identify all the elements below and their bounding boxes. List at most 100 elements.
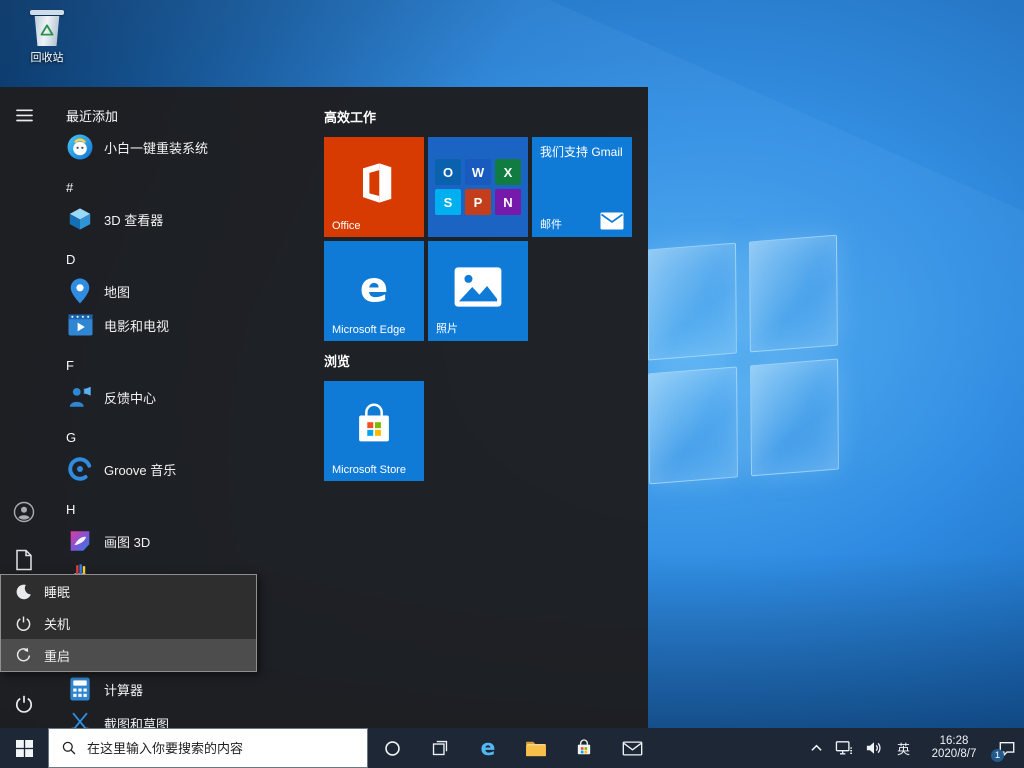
- app-list-item[interactable]: 地图: [48, 274, 324, 308]
- chevron-up-icon: [810, 743, 823, 753]
- hamburger-icon: [16, 109, 33, 122]
- tile-edge[interactable]: eMicrosoft Edge: [324, 241, 424, 341]
- tile-group: 浏览 Microsoft Store: [324, 352, 636, 481]
- powerpoint-mini-icon: P: [465, 189, 491, 215]
- volume-button[interactable]: [859, 728, 889, 768]
- svg-text:e: e: [481, 736, 496, 760]
- recycle-symbol-icon: [41, 24, 54, 36]
- power-icon: [14, 694, 34, 714]
- taskbar-file-explorer-button[interactable]: [512, 728, 560, 768]
- search-input[interactable]: [85, 740, 367, 757]
- calculator-icon: [66, 675, 94, 703]
- quick-launch-area: e: [368, 728, 656, 768]
- edge-taskbar-icon: e: [476, 736, 500, 760]
- clock[interactable]: 16:28 2020/8/7: [918, 728, 990, 768]
- office-apps-grid: O WX SPN: [428, 137, 528, 237]
- tile-grid: Microsoft Store: [324, 381, 636, 481]
- network-button[interactable]: [829, 728, 859, 768]
- tile-office-apps-folder[interactable]: O WX SPN: [428, 137, 528, 237]
- recycle-bin-body: [33, 16, 61, 46]
- mail-tile-icon: [600, 212, 624, 230]
- taskbar-edge-button[interactable]: e: [464, 728, 512, 768]
- app-list-item[interactable]: 截图和草图: [48, 706, 324, 728]
- power-menu-item-restart[interactable]: 重启: [1, 639, 256, 671]
- volume-icon: [865, 740, 883, 756]
- cortana-icon: [384, 740, 401, 757]
- tile-label: 邮件: [540, 216, 562, 232]
- app-label: 计算器: [104, 680, 143, 699]
- app-list-item[interactable]: 电影和电视: [48, 308, 324, 342]
- wallpaper-pane: [648, 367, 737, 485]
- app-list-item[interactable]: Groove 音乐: [48, 452, 324, 486]
- system-tray: 英 16:28 2020/8/7 1: [804, 728, 1024, 768]
- rail-menu-button[interactable]: [0, 95, 48, 135]
- power-menu-item-shutdown[interactable]: 关机: [1, 607, 256, 639]
- tile-mail[interactable]: 我们支持 Gmail邮件: [532, 137, 632, 237]
- app-list-section-header[interactable]: G: [48, 422, 324, 452]
- taskbar-search[interactable]: [48, 728, 368, 768]
- tile-office[interactable]: Office: [324, 137, 424, 237]
- section-label: H: [66, 502, 75, 517]
- app-list-section-header[interactable]: #: [48, 172, 324, 202]
- skype-mini-icon: S: [435, 189, 461, 215]
- rail-power-button[interactable]: [0, 684, 48, 724]
- rail-user-button[interactable]: [0, 492, 48, 532]
- shutdown-icon: [14, 614, 32, 632]
- app-list-item[interactable]: 画图 3D: [48, 524, 324, 558]
- app-list-item[interactable]: 小白一键重装系统: [48, 130, 324, 164]
- file-explorer-icon: [525, 739, 547, 757]
- tile-photos[interactable]: 照片: [428, 241, 528, 341]
- app-list-item[interactable]: 3D 查看器: [48, 202, 324, 236]
- windows-logo-wallpaper: [647, 235, 839, 485]
- tile-store[interactable]: Microsoft Store: [324, 381, 424, 481]
- taskbar-store-button[interactable]: [560, 728, 608, 768]
- mini-letter: P: [474, 195, 483, 210]
- tile-label: Office: [332, 220, 361, 232]
- app-list-section-header[interactable]: F: [48, 350, 324, 380]
- taskbar-cortana-button[interactable]: [368, 728, 416, 768]
- app-list-section-header[interactable]: 最近添加: [48, 100, 324, 130]
- action-center-button[interactable]: 1: [990, 728, 1024, 768]
- app-list-section-header[interactable]: D: [48, 244, 324, 274]
- tile-group-title[interactable]: 高效工作: [324, 108, 636, 128]
- taskbar-mail-button[interactable]: [608, 728, 656, 768]
- maps-icon: [66, 277, 94, 305]
- mini-letter: W: [472, 165, 484, 180]
- hidden-icons-button[interactable]: [804, 728, 829, 768]
- app-label: 画图 3D: [104, 532, 150, 551]
- excel-mini-icon: X: [495, 159, 521, 185]
- word-mini-icon: W: [465, 159, 491, 185]
- section-label: D: [66, 252, 75, 267]
- wallpaper-pane: [647, 243, 736, 361]
- windows-logo-icon: [16, 740, 33, 757]
- feedback-hub-icon: [66, 383, 94, 411]
- mail-taskbar-icon: [622, 740, 643, 757]
- user-icon: [13, 501, 35, 523]
- section-label: #: [66, 180, 73, 195]
- tile-group-title[interactable]: 浏览: [324, 352, 636, 372]
- start-button[interactable]: [0, 728, 48, 768]
- svg-text:e: e: [360, 263, 389, 311]
- outlook-mini-icon: O: [435, 159, 461, 185]
- taskbar-task-view-button[interactable]: [416, 728, 464, 768]
- app-list-item[interactable]: 计算器: [48, 672, 324, 706]
- ime-indicator[interactable]: 英: [889, 728, 918, 768]
- tile-label: 照片: [436, 320, 458, 336]
- onenote-mini-icon: N: [495, 189, 521, 215]
- wallpaper-pane: [748, 235, 837, 353]
- recycle-bin[interactable]: 回收站: [14, 10, 80, 65]
- app-list-item[interactable]: 反馈中心: [48, 380, 324, 414]
- movies-tv-icon: [66, 311, 94, 339]
- app-label: 截图和草图: [104, 714, 169, 729]
- power-item-label: 睡眠: [44, 582, 70, 601]
- mini-letter: O: [443, 165, 453, 180]
- power-flyout-menu: 睡眠关机重启: [0, 574, 257, 672]
- network-icon: [835, 740, 853, 756]
- power-menu-item-sleep[interactable]: 睡眠: [1, 575, 256, 607]
- clock-time: 16:28: [940, 735, 969, 748]
- paint-3d-icon: [66, 527, 94, 555]
- groove-music-icon: [66, 455, 94, 483]
- restart-icon: [14, 646, 32, 664]
- taskbar: e 英 16:28 2020/8/7 1: [0, 728, 1024, 768]
- app-list-section-header[interactable]: H: [48, 494, 324, 524]
